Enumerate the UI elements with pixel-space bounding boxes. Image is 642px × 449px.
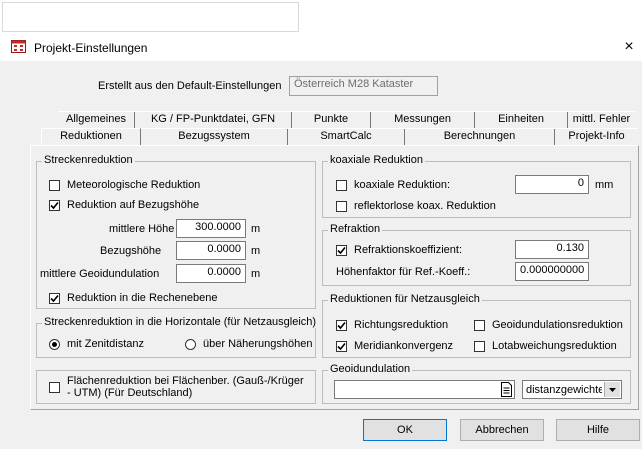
- refraktion-label: Refraktionskoeffizient:: [354, 244, 463, 256]
- bezugshoehe-input[interactable]: 0.0000: [176, 241, 246, 260]
- meteo-label: Meteorologische Reduktion: [67, 179, 201, 191]
- zenit-radio[interactable]: [49, 339, 60, 350]
- flaechen-checkbox[interactable]: [49, 382, 60, 393]
- refraktion-input[interactable]: 0.130: [515, 240, 589, 259]
- bezugshoehe-label: Bezugshöhe: [100, 245, 162, 257]
- checkmark-icon: [50, 201, 59, 210]
- tab-einheiten[interactable]: Einheiten: [475, 112, 568, 128]
- reflektorlos-label: reflektorlose koax. Reduktion: [354, 200, 496, 212]
- koax-checkbox[interactable]: [336, 180, 347, 191]
- mittlere-hoehe-label: mittlere Höhe: [109, 223, 175, 235]
- bezug-checkbox[interactable]: [49, 200, 60, 211]
- radio-selected-dot: [52, 342, 57, 347]
- background-window-field: [2, 2, 299, 32]
- tab-berechnungen[interactable]: Berechnungen: [405, 129, 555, 145]
- tab-punkte[interactable]: Punkte: [292, 112, 371, 128]
- horizontale-title: Streckenreduktion in die Horizontale (fü…: [42, 316, 319, 328]
- tab-row-2: Reduktionen Bezugssystem SmartCalc Berec…: [41, 128, 638, 146]
- hoehenfaktor-label: Höhenfaktor für Ref.-Koeff.:: [336, 266, 471, 278]
- geoid-method-select[interactable]: distanzgewichte: [522, 380, 622, 399]
- geoid-reduktion-checkbox[interactable]: [474, 320, 485, 331]
- help-button[interactable]: Hilfe: [556, 419, 640, 441]
- checkmark-icon: [50, 294, 59, 303]
- checkmark-icon: [337, 342, 346, 351]
- mittlere-hoehe-input[interactable]: 300.0000: [176, 219, 246, 238]
- mittlere-hoehe-unit: m: [251, 223, 261, 235]
- file-browse-icon[interactable]: [500, 382, 513, 397]
- close-icon[interactable]: ×: [620, 38, 638, 56]
- bezug-label: Reduktion auf Bezugshöhe: [67, 199, 200, 211]
- geoid-file-input[interactable]: [334, 380, 515, 399]
- zenit-label: mit Zenitdistanz: [67, 338, 145, 350]
- tab-projekt-info[interactable]: Projekt-Info: [555, 129, 638, 145]
- tab-mittl-fehler[interactable]: mittl. Fehler: [568, 112, 635, 128]
- rechenebene-label: Reduktion in die Rechenebene: [67, 292, 218, 304]
- rechenebene-checkbox[interactable]: [49, 293, 60, 304]
- geoidundulation-title: Geoidundulation: [328, 363, 413, 375]
- netzausgleich-title: Reduktionen für Netzausgleich: [328, 293, 482, 305]
- window-title: Projekt-Einstellungen: [34, 41, 148, 55]
- meteo-checkbox[interactable]: [49, 180, 60, 191]
- tab-reduktionen[interactable]: Reduktionen: [41, 128, 141, 146]
- refraktion-title: Refraktion: [328, 223, 383, 235]
- bezugshoehe-unit: m: [251, 245, 261, 257]
- geoid-reduktion-label: Geoidundulationsreduktion: [492, 319, 623, 331]
- checkmark-icon: [337, 321, 346, 330]
- tab-messungen[interactable]: Messungen: [371, 112, 475, 128]
- lotab-label: Lotabweichungsreduktion: [492, 340, 617, 352]
- tab-row-1: Allgemeines KG / FP-Punktdatei, GFN Punk…: [58, 111, 635, 129]
- geoidundulation-unit: m: [251, 268, 261, 280]
- koax-input[interactable]: 0: [515, 175, 589, 194]
- chevron-down-icon[interactable]: [604, 382, 620, 397]
- koaxial-title: koaxiale Reduktion: [328, 154, 425, 166]
- flaechen-label: Flächenreduktion bei Flächenber. (Gauß-/…: [67, 375, 304, 399]
- meridian-checkbox[interactable]: [336, 341, 347, 352]
- streckenreduktion-title: Streckenreduktion: [42, 154, 135, 166]
- geoidundulation-label: mittlere Geoidundulation: [40, 268, 160, 280]
- koax-label: koaxiale Reduktion:: [354, 179, 451, 191]
- naeherung-label: über Näherungshöhen: [203, 338, 313, 350]
- cancel-button[interactable]: Abbrechen: [460, 419, 544, 441]
- tab-allgemeines[interactable]: Allgemeines: [58, 112, 135, 128]
- project-settings-icon: [11, 40, 26, 53]
- geoid-method-value: distanzgewichte: [526, 384, 602, 396]
- tab-smartcalc[interactable]: SmartCalc: [288, 129, 405, 145]
- defaults-field: Österreich M28 Kataster: [289, 76, 438, 96]
- refraktion-checkbox[interactable]: [336, 245, 347, 256]
- defaults-label: Erstellt aus den Default-Einstellungen: [98, 80, 282, 92]
- reflektorlos-checkbox[interactable]: [336, 201, 347, 212]
- checkmark-icon: [337, 246, 346, 255]
- meridian-label: Meridiankonvergenz: [354, 340, 454, 352]
- geoidundulation-input[interactable]: 0.0000: [176, 264, 246, 283]
- tab-bezugssystem[interactable]: Bezugssystem: [141, 129, 288, 145]
- hoehenfaktor-input[interactable]: 0.000000000: [515, 262, 589, 281]
- tab-kg-fp-punktdatei[interactable]: KG / FP-Punktdatei, GFN: [135, 112, 292, 128]
- naeherung-radio[interactable]: [185, 339, 196, 350]
- richtung-label: Richtungsreduktion: [354, 319, 449, 331]
- koax-unit: mm: [595, 179, 614, 191]
- richtung-checkbox[interactable]: [336, 320, 347, 331]
- ok-button[interactable]: OK: [363, 419, 447, 441]
- lotab-checkbox[interactable]: [474, 341, 485, 352]
